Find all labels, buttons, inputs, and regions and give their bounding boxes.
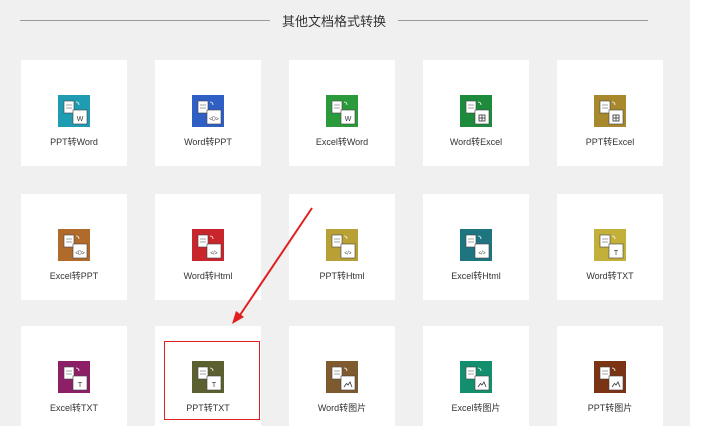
svg-text:</>: </> — [210, 251, 217, 257]
svg-text:<D>: <D> — [75, 251, 85, 257]
conversion-card-ppt-to-image[interactable]: PPT转图片 — [557, 326, 663, 432]
svg-text:T: T — [212, 382, 217, 389]
file-convert-icon — [460, 361, 492, 393]
conversion-card-label: Excel转TXT — [49, 403, 98, 413]
conversion-card-ppt-to-html[interactable]: </> PPT转Html — [289, 194, 395, 300]
conversion-card-word-to-excel[interactable]: Word转Excel — [423, 60, 529, 166]
file-convert-icon — [594, 361, 626, 393]
conversion-card-word-to-image[interactable]: Word转图片 — [289, 326, 395, 432]
conversion-card-label: PPT转图片 — [587, 403, 633, 413]
conversion-card-label: Excel转PPT — [49, 271, 99, 281]
file-convert-icon: <D> — [58, 229, 90, 261]
conversion-card-label: PPT转Html — [319, 271, 365, 281]
conversion-card-label: Excel转图片 — [451, 403, 501, 413]
title-divider-right — [398, 20, 648, 21]
conversion-card-label: Word转PPT — [184, 137, 232, 147]
file-convert-icon — [460, 95, 492, 127]
conversion-card-label: Excel转Html — [451, 271, 501, 281]
conversion-card-excel-to-html[interactable]: </> Excel转Html — [423, 194, 529, 300]
conversion-card-ppt-to-txt[interactable]: T PPT转TXT — [155, 326, 261, 432]
conversion-card-word-to-ppt[interactable]: <D> Word转PPT — [155, 60, 261, 166]
file-convert-icon: </> — [326, 229, 358, 261]
conversion-card-ppt-to-word[interactable]: W PPT转Word — [21, 60, 127, 166]
conversion-card-label: Word转Html — [183, 271, 233, 281]
conversion-card-ppt-to-excel[interactable]: PPT转Excel — [557, 60, 663, 166]
svg-text:W: W — [77, 116, 84, 123]
file-convert-icon: T — [58, 361, 90, 393]
conversion-card-label: Word转Excel — [449, 137, 503, 147]
file-convert-icon — [594, 95, 626, 127]
conversion-card-label: PPT转TXT — [186, 403, 230, 413]
conversion-panel: 其他文档格式转换 W PPT转Word <D> Word转PPT W Excel转Word… — [0, 0, 690, 432]
conversion-card-label: Excel转Word — [315, 137, 369, 147]
svg-text:<D>: <D> — [209, 117, 219, 123]
conversion-card-label: PPT转Word — [50, 137, 98, 147]
conversion-card-excel-to-word[interactable]: W Excel转Word — [289, 60, 395, 166]
file-convert-icon: W — [58, 95, 90, 127]
file-convert-icon: T — [192, 361, 224, 393]
file-convert-icon: W — [326, 95, 358, 127]
conversion-card-word-to-txt[interactable]: T Word转TXT — [557, 194, 663, 300]
file-convert-icon — [326, 361, 358, 393]
conversion-card-label: Word转TXT — [586, 271, 634, 281]
conversion-card-excel-to-ppt[interactable]: <D> Excel转PPT — [21, 194, 127, 300]
section-title: 其他文档格式转换 — [281, 14, 386, 29]
file-convert-icon: </> — [460, 229, 492, 261]
svg-text:T: T — [78, 382, 83, 389]
file-convert-icon: T — [594, 229, 626, 261]
conversion-card-excel-to-txt[interactable]: T Excel转TXT — [21, 326, 127, 432]
svg-text:T: T — [614, 250, 619, 257]
title-divider-left — [20, 20, 270, 21]
file-convert-icon: </> — [192, 229, 224, 261]
svg-text:</>: </> — [478, 251, 485, 257]
conversion-card-word-to-html[interactable]: </> Word转Html — [155, 194, 261, 300]
conversion-card-excel-to-image[interactable]: Excel转图片 — [423, 326, 529, 432]
conversion-card-label: Word转图片 — [317, 403, 367, 413]
conversion-card-label: PPT转Excel — [585, 137, 635, 147]
svg-text:</>: </> — [344, 251, 351, 257]
file-convert-icon: <D> — [192, 95, 224, 127]
svg-text:W: W — [345, 116, 352, 123]
